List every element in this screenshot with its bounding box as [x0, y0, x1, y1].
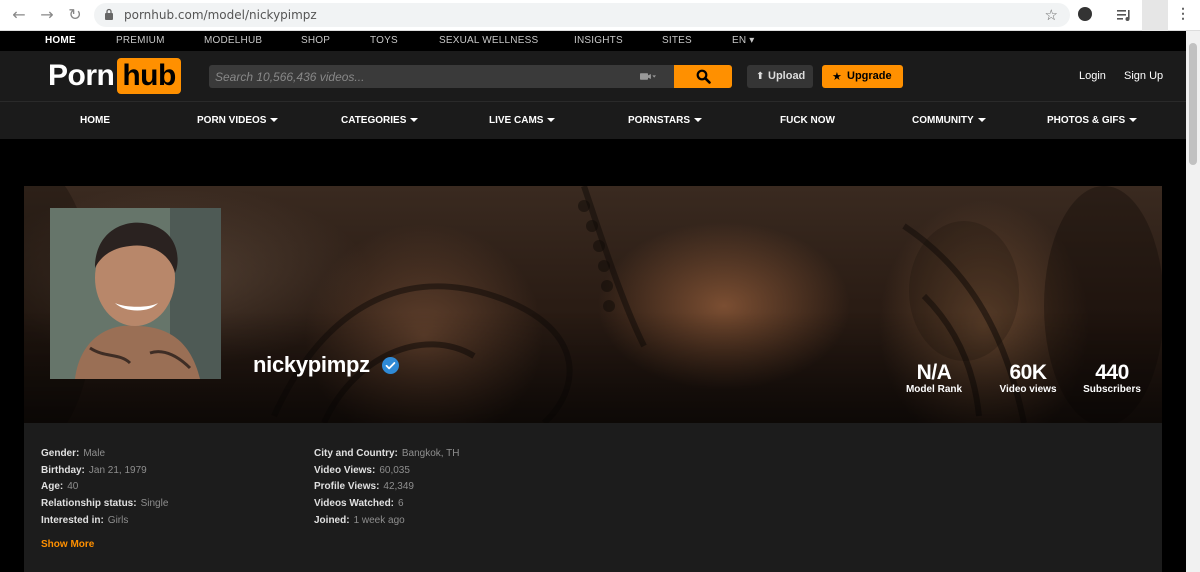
lock-icon: [105, 8, 113, 20]
chevron-down-icon: [977, 118, 986, 123]
nav-pornstars[interactable]: PORNSTARS: [628, 115, 703, 126]
upgrade-button[interactable]: ★ Upgrade: [822, 65, 903, 88]
nav-home[interactable]: HOME: [80, 115, 110, 126]
scrollbar-thumb[interactable]: [1189, 43, 1197, 165]
chevron-down-icon: [410, 118, 419, 123]
nav-community[interactable]: COMMUNITY: [912, 115, 986, 126]
logo-text-left: Porn: [48, 59, 115, 92]
login-link[interactable]: Login: [1079, 70, 1106, 82]
info-interested-in: Interested in: Girls: [41, 515, 129, 526]
upload-button[interactable]: ⬆ Upload: [747, 65, 813, 88]
topnav-toys[interactable]: TOYS: [370, 35, 398, 46]
stat-video-views: 60K Video views: [996, 362, 1060, 396]
stat-model-rank: N/A Model Rank: [902, 362, 966, 396]
topnav-sexual-wellness[interactable]: SEXUAL WELLNESS: [439, 35, 538, 46]
stat-label: Model Rank: [905, 384, 963, 395]
nav-categories[interactable]: CATEGORIES: [341, 115, 419, 126]
profile-avatar[interactable]: [1142, 0, 1168, 31]
back-icon[interactable]: ←: [10, 6, 28, 24]
chevron-down-icon: [270, 118, 279, 123]
topnav-premium[interactable]: PREMIUM: [116, 35, 165, 46]
site-header: Porn hub ⬆ Upload ★ Upgrade Login Sign U…: [0, 51, 1186, 101]
stat-value: N/A: [916, 361, 952, 384]
stat-label: Subscribers: [1083, 384, 1141, 395]
nav-live-cams[interactable]: LIVE CAMS: [489, 115, 556, 126]
stat-value: 60K: [1009, 361, 1047, 384]
profile-cover-banner: nickypimpz N/A Model Rank 60K Video view…: [24, 186, 1162, 423]
chevron-down-icon: [1129, 118, 1138, 123]
topnav-shop[interactable]: SHOP: [301, 35, 330, 46]
topnav-modelhub[interactable]: MODELHUB: [204, 35, 262, 46]
kebab-menu-icon[interactable]: ⋮: [1176, 5, 1190, 22]
chevron-down-icon: [547, 118, 556, 123]
upgrade-label: Upgrade: [847, 70, 892, 82]
chevron-down-icon: [694, 118, 703, 123]
video-camera-dropdown-icon[interactable]: [640, 71, 656, 82]
nav-porn-videos[interactable]: PORN VIDEOS: [197, 115, 279, 126]
stat-subscribers: 440 Subscribers: [1079, 362, 1145, 396]
stat-value: 440: [1095, 361, 1129, 384]
topnav-language[interactable]: EN ▾: [732, 35, 755, 46]
info-video-views: Video Views: 60,035: [314, 465, 410, 476]
search-box: [209, 65, 674, 88]
info-videos-watched: Videos Watched: 6: [314, 498, 404, 509]
logo-text-right: hub: [117, 58, 181, 94]
verified-badge-icon: [381, 356, 399, 374]
page-scrollbar[interactable]: [1186, 31, 1200, 572]
info-joined: Joined: 1 week ago: [314, 515, 405, 526]
upload-label: Upload: [768, 70, 806, 82]
topnav-home[interactable]: HOME: [45, 35, 76, 46]
main-nav: HOME PORN VIDEOS CATEGORIES LIVE CAMS PO…: [0, 101, 1186, 139]
stat-label: Video views: [999, 384, 1057, 395]
profile-info-panel: Gender: Male Birthday: Jan 21, 1979 Age: 40…: [24, 423, 1162, 572]
search-icon: [696, 69, 711, 84]
nav-photos-gifs[interactable]: PHOTOS & GIFS: [1047, 115, 1138, 126]
topnav-insights[interactable]: INSIGHTS: [574, 35, 623, 46]
username-row: nickypimpz: [253, 352, 399, 378]
extension-icon[interactable]: [1078, 7, 1092, 21]
url-text: pornhub.com/model/nickypimpz: [124, 8, 317, 22]
site-logo[interactable]: Porn hub: [48, 57, 181, 95]
topnav-sites[interactable]: SITES: [662, 35, 692, 46]
reload-icon[interactable]: ↻: [66, 6, 84, 24]
star-icon: ★: [832, 70, 842, 83]
info-age: Age: 40: [41, 481, 79, 492]
search-button[interactable]: [674, 65, 732, 88]
info-relationship-status: Relationship status: Single: [41, 498, 169, 509]
profile-avatar-photo[interactable]: [50, 208, 221, 379]
info-gender: Gender: Male: [41, 448, 106, 459]
signup-link[interactable]: Sign Up: [1124, 70, 1163, 82]
info-birthday: Birthday: Jan 21, 1979: [41, 465, 147, 476]
forward-icon[interactable]: →: [38, 6, 56, 24]
top-nav: HOME PREMIUM MODELHUB SHOP TOYS SEXUAL W…: [0, 31, 1200, 51]
username: nickypimpz: [253, 352, 370, 377]
bookmark-star-icon[interactable]: ☆: [1045, 6, 1058, 24]
upload-arrow-icon: ⬆: [756, 71, 765, 82]
playlist-icon[interactable]: [1117, 8, 1132, 22]
show-more-link[interactable]: Show More: [41, 539, 94, 550]
browser-toolbar: ← → ↻ pornhub.com/model/nickypimpz ☆ ⋮: [0, 0, 1200, 31]
search-input[interactable]: [209, 65, 609, 88]
info-profile-views: Profile Views: 42,349: [314, 481, 414, 492]
address-bar[interactable]: pornhub.com/model/nickypimpz ☆: [94, 3, 1070, 27]
avatar-portrait: [50, 208, 221, 379]
nav-fuck-now[interactable]: FUCK NOW: [780, 115, 835, 126]
info-city-country: City and Country: Bangkok, TH: [314, 448, 460, 459]
